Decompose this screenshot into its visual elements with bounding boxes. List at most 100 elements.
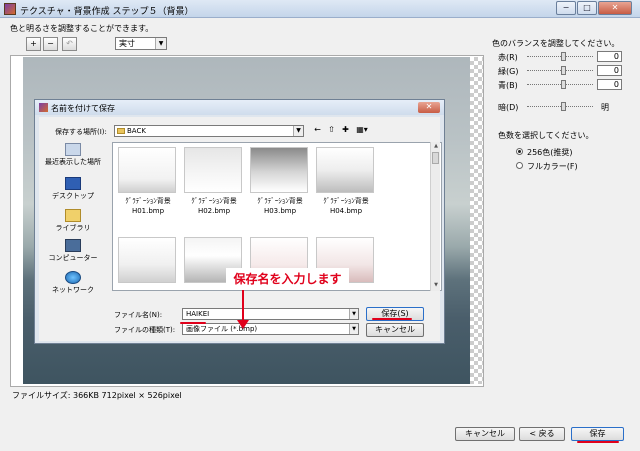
scroll-thumb[interactable] [432, 152, 439, 164]
chevron-down-icon: ▼ [293, 126, 303, 136]
filename-value: HAIKEI [186, 310, 210, 318]
file-name-line2: H03.bmp [263, 207, 297, 215]
file-name-line1: ｸﾞﾗﾃﾞｰｼｮﾝ背景 [257, 197, 303, 205]
back-arrow-icon[interactable]: ← [312, 124, 323, 136]
desktop-icon [65, 177, 81, 190]
zoom-out-icon: − [47, 39, 54, 48]
computer-icon [65, 239, 81, 252]
save-dialog-titlebar: 名前を付けて保存 ✕ [35, 100, 444, 115]
green-label: 緑(G) [498, 67, 519, 76]
radio-full-color[interactable] [516, 162, 523, 169]
dark-label: 暗(D) [498, 103, 519, 112]
file-thumbnail[interactable] [250, 147, 308, 193]
place-libraries[interactable]: ライブラリ [42, 209, 104, 233]
place-recent-label: 最近表示した場所 [45, 158, 101, 166]
annotation-arrow-head [237, 320, 249, 329]
zoom-select[interactable]: 実寸 ▼ [115, 37, 167, 50]
chevron-down-icon: ▼ [155, 38, 166, 49]
libraries-icon [65, 209, 81, 222]
radio-256-label: 256色(推奨) [527, 148, 573, 157]
app-icon [4, 3, 16, 15]
place-computer-label: コンピューター [48, 254, 98, 262]
zoom-out-button[interactable]: − [43, 37, 58, 51]
red-slider-thumb[interactable] [561, 52, 566, 61]
scroll-up-icon[interactable]: ▲ [431, 142, 441, 151]
filename-input[interactable]: HAIKEI ▼ [182, 308, 359, 320]
green-slider[interactable] [527, 70, 593, 71]
green-value-input[interactable]: 0 [597, 65, 622, 76]
undo-button[interactable]: ↶ [62, 37, 77, 51]
place-desktop-label: デスクトップ [52, 192, 94, 200]
title-bar: テクスチャ・背景作成 ステップ５（背景） − □ ✕ [0, 0, 640, 18]
save-dialog-icon [39, 103, 48, 112]
save-dialog-close-button[interactable]: ✕ [418, 102, 440, 113]
zoom-in-icon: + [30, 39, 37, 48]
save-button[interactable]: 保存 [571, 427, 624, 441]
file-name-line1: ｸﾞﾗﾃﾞｰｼｮﾝ背景 [323, 197, 369, 205]
chevron-down-icon: ▼ [349, 309, 358, 319]
transparency-checker [470, 57, 483, 384]
file-size-info: ファイルサイズ: 366KB 712pixel × 526pixel [12, 391, 182, 400]
file-name-line2: H01.bmp [131, 207, 165, 215]
folder-icon [117, 128, 125, 134]
location-value: BACK [127, 127, 146, 135]
file-name-line1: ｸﾞﾗﾃﾞｰｼｮﾝ背景 [125, 197, 171, 205]
place-recent[interactable]: 最近表示した場所 [42, 143, 104, 167]
blue-label: 青(B) [498, 81, 518, 90]
zoom-select-value: 実寸 [119, 39, 135, 48]
save-button-highlight [577, 441, 619, 443]
green-slider-thumb[interactable] [561, 66, 566, 75]
view-menu-icon[interactable]: ▦▾ [354, 124, 370, 136]
file-thumbnail[interactable] [118, 147, 176, 193]
place-network[interactable]: ネットワーク [42, 271, 104, 295]
file-list-scrollbar[interactable]: ▲ ▼ [430, 142, 440, 291]
window-title: テクスチャ・背景作成 ステップ５（背景） [20, 7, 194, 17]
balance-title: 色のバランスを調整してください。 [492, 39, 620, 48]
minimize-button[interactable]: − [556, 1, 576, 15]
color-count-title: 色数を選択してください。 [498, 131, 594, 140]
location-combo[interactable]: BACK ▼ [114, 125, 304, 137]
radio-256-colors[interactable] [516, 148, 523, 155]
file-name-line2: H04.bmp [329, 207, 363, 215]
bright-label: 明 [601, 103, 609, 112]
red-label: 赤(R) [498, 53, 518, 62]
red-slider[interactable] [527, 56, 593, 57]
annotation-callout: 保存名を入力します [226, 268, 349, 290]
place-desktop[interactable]: デスクトップ [42, 177, 104, 201]
up-folder-icon[interactable]: ⇧ [326, 124, 337, 136]
back-button[interactable]: < 戻る [519, 427, 565, 441]
cancel-button[interactable]: キャンセル [455, 427, 515, 441]
radio-full-label: フルカラー(F) [527, 162, 578, 171]
save-dialog: 名前を付けて保存 ✕ 保存する場所(I): BACK ▼ ← ⇧ ✚ ▦▾ 最近… [34, 99, 445, 344]
network-icon [65, 271, 81, 284]
filename-label: ファイル名(N): [114, 311, 163, 319]
place-network-label: ネットワーク [52, 286, 94, 294]
blue-slider-thumb[interactable] [561, 80, 566, 89]
brightness-slider-thumb[interactable] [561, 102, 566, 111]
filetype-select[interactable]: 画像ファイル (*.bmp) ▼ [182, 323, 359, 335]
place-computer[interactable]: コンピューター [42, 239, 104, 263]
scroll-down-icon[interactable]: ▼ [431, 281, 441, 290]
new-folder-icon[interactable]: ✚ [340, 124, 351, 136]
place-libraries-label: ライブラリ [55, 224, 91, 232]
filename-highlight [180, 322, 206, 324]
file-thumbnail[interactable] [118, 237, 176, 283]
maximize-button[interactable]: □ [577, 1, 597, 15]
chevron-down-icon: ▼ [349, 324, 358, 334]
save-dialog-title: 名前を付けて保存 [51, 104, 115, 113]
zoom-in-button[interactable]: + [26, 37, 41, 51]
annotation-arrow [242, 290, 244, 320]
file-thumbnail[interactable] [184, 147, 242, 193]
blue-value-input[interactable]: 0 [597, 79, 622, 90]
filetype-label: ファイルの種類(T): [114, 326, 176, 334]
brightness-slider[interactable] [527, 106, 593, 107]
red-value-input[interactable]: 0 [597, 51, 622, 62]
dialog-save-highlight [372, 318, 412, 320]
blue-slider[interactable] [527, 84, 593, 85]
close-button[interactable]: ✕ [598, 1, 632, 15]
dialog-cancel-button[interactable]: キャンセル [366, 323, 424, 337]
undo-icon: ↶ [66, 39, 73, 48]
file-thumbnail[interactable] [316, 147, 374, 193]
recent-places-icon [65, 143, 81, 156]
file-name-line1: ｸﾞﾗﾃﾞｰｼｮﾝ背景 [191, 197, 237, 205]
